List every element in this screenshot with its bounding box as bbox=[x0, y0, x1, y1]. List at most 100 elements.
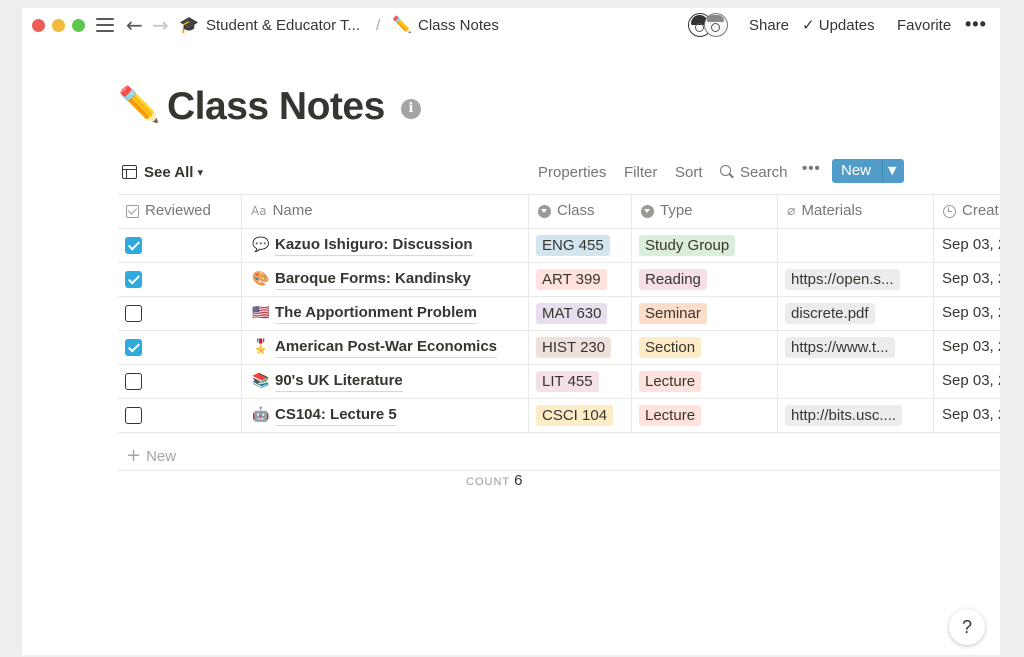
help-button[interactable]: ? bbox=[949, 609, 985, 645]
table-row[interactable]: 📚 90's UK Literature LIT 455 Lecture Sep… bbox=[118, 364, 1000, 398]
reviewed-checkbox[interactable] bbox=[125, 271, 142, 288]
created-date: Sep 03, 2 bbox=[942, 406, 1000, 423]
pencil-icon: ✏️ bbox=[392, 15, 412, 34]
column-label: Materials bbox=[801, 202, 863, 219]
table-border bbox=[118, 194, 1000, 195]
reviewed-checkbox[interactable] bbox=[125, 407, 142, 424]
properties-button[interactable]: Properties bbox=[538, 163, 606, 183]
column-header-materials[interactable]: ⌀ Materials bbox=[787, 201, 862, 221]
class-tag[interactable]: ENG 455 bbox=[536, 235, 610, 256]
search-button[interactable]: Search bbox=[740, 163, 788, 183]
more-options-icon[interactable]: ••• bbox=[965, 14, 987, 35]
class-tag[interactable]: LIT 455 bbox=[536, 371, 599, 392]
button-divider bbox=[882, 159, 883, 183]
materials-link[interactable]: http://bits.usc.... bbox=[785, 405, 903, 426]
column-header-type[interactable]: Type bbox=[641, 201, 693, 221]
filter-button[interactable]: Filter bbox=[624, 163, 657, 183]
avatar bbox=[704, 13, 728, 37]
paperclip-icon: ⌀ bbox=[787, 203, 796, 219]
materials-link[interactable]: discrete.pdf bbox=[785, 303, 875, 324]
type-tag[interactable]: Lecture bbox=[639, 371, 702, 392]
row-name[interactable]: American Post-War Economics bbox=[275, 337, 498, 358]
sort-button[interactable]: Sort bbox=[675, 163, 703, 183]
type-tag[interactable]: Reading bbox=[639, 269, 707, 290]
us-flag-icon: 🇺🇸 bbox=[252, 305, 270, 321]
view-more-icon[interactable]: ••• bbox=[802, 160, 821, 177]
column-label: Name bbox=[272, 202, 313, 219]
reviewed-checkbox[interactable] bbox=[125, 305, 142, 322]
updates-button[interactable]: ✓ Updates bbox=[802, 16, 875, 36]
column-header-created[interactable]: Creat bbox=[943, 201, 999, 221]
collaborator-avatars[interactable] bbox=[688, 13, 732, 39]
window-zoom-button[interactable] bbox=[72, 19, 85, 32]
class-tag[interactable]: CSCI 104 bbox=[536, 405, 614, 426]
page-icon[interactable]: ✏️ bbox=[118, 84, 160, 126]
row-name[interactable]: 90's UK Literature bbox=[275, 371, 403, 392]
robot-icon: 🤖 bbox=[252, 407, 270, 423]
row-name[interactable]: The Apportionment Problem bbox=[275, 303, 477, 324]
new-record-button[interactable]: New ▼ bbox=[832, 159, 904, 183]
reviewed-checkbox[interactable] bbox=[125, 339, 142, 356]
add-row-label: New bbox=[146, 448, 177, 465]
column-header-class[interactable]: Class bbox=[538, 201, 595, 221]
materials-link[interactable]: https://www.t... bbox=[785, 337, 895, 358]
column-label: Class bbox=[557, 202, 595, 219]
share-button[interactable]: Share bbox=[749, 16, 789, 36]
column-label: Reviewed bbox=[145, 202, 211, 219]
class-tag[interactable]: MAT 630 bbox=[536, 303, 608, 324]
top-bar: ← → 🎓 Student & Educator T... / ✏️ Class… bbox=[22, 8, 1000, 44]
palette-icon: 🎨 bbox=[252, 271, 270, 287]
view-selector[interactable]: See All ▾ bbox=[122, 161, 203, 183]
created-date: Sep 03, 2 bbox=[942, 270, 1000, 287]
created-date: Sep 03, 2 bbox=[942, 304, 1000, 321]
favorite-button[interactable]: Favorite bbox=[897, 16, 951, 36]
materials-link[interactable]: https://open.s... bbox=[785, 269, 900, 290]
window-close-button[interactable] bbox=[32, 19, 45, 32]
table-row[interactable]: 🇺🇸 The Apportionment Problem MAT 630 Sem… bbox=[118, 296, 1000, 330]
new-button-label: New bbox=[841, 162, 872, 179]
row-divider bbox=[118, 432, 1000, 433]
add-row-button[interactable]: + New bbox=[126, 446, 176, 467]
type-tag[interactable]: Section bbox=[639, 337, 702, 358]
count-value: 6 bbox=[514, 472, 523, 489]
reviewed-checkbox[interactable] bbox=[125, 373, 142, 390]
table-row[interactable]: 🤖 CS104: Lecture 5 CSCI 104 Lecture http… bbox=[118, 398, 1000, 432]
created-date: Sep 03, 2 bbox=[942, 338, 1000, 355]
text-aa-icon: Aa bbox=[251, 204, 267, 218]
forward-arrow-icon[interactable]: → bbox=[152, 13, 169, 37]
graduation-cap-icon: 🎓 bbox=[179, 15, 199, 34]
type-tag[interactable]: Seminar bbox=[639, 303, 707, 324]
row-name[interactable]: CS104: Lecture 5 bbox=[275, 405, 397, 426]
column-header-name[interactable]: Aa Name bbox=[251, 201, 313, 221]
checkbox-icon bbox=[126, 204, 139, 218]
chevron-down-icon[interactable]: ▼ bbox=[888, 159, 896, 183]
created-date: Sep 03, 2 bbox=[942, 236, 1000, 253]
column-label: Type bbox=[660, 202, 693, 219]
class-tag[interactable]: HIST 230 bbox=[536, 337, 612, 358]
window-minimize-button[interactable] bbox=[52, 19, 65, 32]
type-tag[interactable]: Lecture bbox=[639, 405, 702, 426]
count-label: COUNT bbox=[466, 476, 511, 488]
breadcrumb-current[interactable]: Class Notes bbox=[418, 16, 499, 36]
class-tag[interactable]: ART 399 bbox=[536, 269, 607, 290]
breadcrumb-parent[interactable]: Student & Educator T... bbox=[206, 16, 360, 36]
search-icon[interactable] bbox=[720, 165, 731, 176]
table-row[interactable]: 🎖️ American Post-War Economics HIST 230 … bbox=[118, 330, 1000, 364]
app-window: ← → 🎓 Student & Educator T... / ✏️ Class… bbox=[22, 8, 1000, 655]
page-title[interactable]: Class Notes bbox=[167, 84, 385, 130]
back-arrow-icon[interactable]: ← bbox=[126, 13, 143, 37]
row-name[interactable]: Baroque Forms: Kandinsky bbox=[275, 269, 471, 290]
select-icon bbox=[538, 204, 551, 218]
speech-bubble-icon: 💬 bbox=[252, 237, 270, 253]
column-label: Creat bbox=[962, 202, 999, 219]
type-tag[interactable]: Study Group bbox=[639, 235, 736, 256]
breadcrumb-separator: / bbox=[376, 17, 381, 34]
table-row[interactable]: 💬 Kazuo Ishiguro: Discussion ENG 455 Stu… bbox=[118, 228, 1000, 262]
table-row[interactable]: 🎨 Baroque Forms: Kandinsky ART 399 Readi… bbox=[118, 262, 1000, 296]
column-header-reviewed[interactable]: Reviewed bbox=[126, 201, 211, 221]
row-count: COUNT 6 bbox=[466, 473, 522, 490]
sidebar-toggle-icon[interactable] bbox=[96, 18, 114, 33]
row-name[interactable]: Kazuo Ishiguro: Discussion bbox=[275, 235, 473, 256]
info-icon[interactable]: i bbox=[401, 99, 421, 119]
reviewed-checkbox[interactable] bbox=[125, 237, 142, 254]
